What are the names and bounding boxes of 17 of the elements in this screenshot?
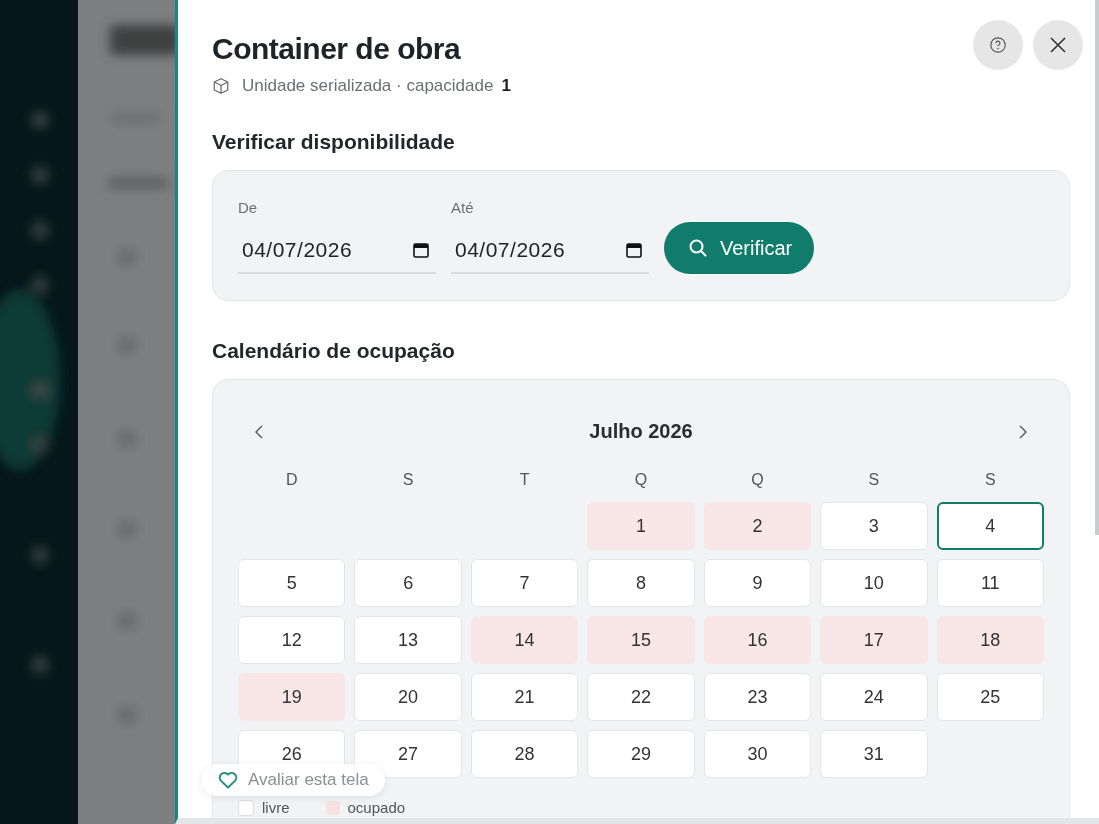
weekday-label: S (983, 471, 997, 489)
weekday-label: S (867, 471, 881, 489)
section-heading: Calendário de ocupação (212, 339, 456, 363)
month-label: Julho 2026 (589, 420, 693, 443)
legend-label: livre (262, 799, 290, 816)
capacity-value: 1 (501, 76, 511, 96)
weekday-label: T (518, 471, 531, 489)
weekday-label: S (401, 471, 415, 489)
section-heading: Verificar disponibilidade (212, 130, 456, 154)
legend-label: ocupado (347, 799, 406, 816)
weekday-label: D (284, 471, 299, 489)
weekday-label: Q (750, 471, 765, 489)
field-label: Até (451, 199, 475, 216)
drawer-title: Container de obra (212, 32, 462, 66)
weekday-label: Q (633, 471, 649, 489)
field-label: De (238, 199, 259, 216)
subtitle: Unidade serializada · capacidade (242, 76, 494, 96)
